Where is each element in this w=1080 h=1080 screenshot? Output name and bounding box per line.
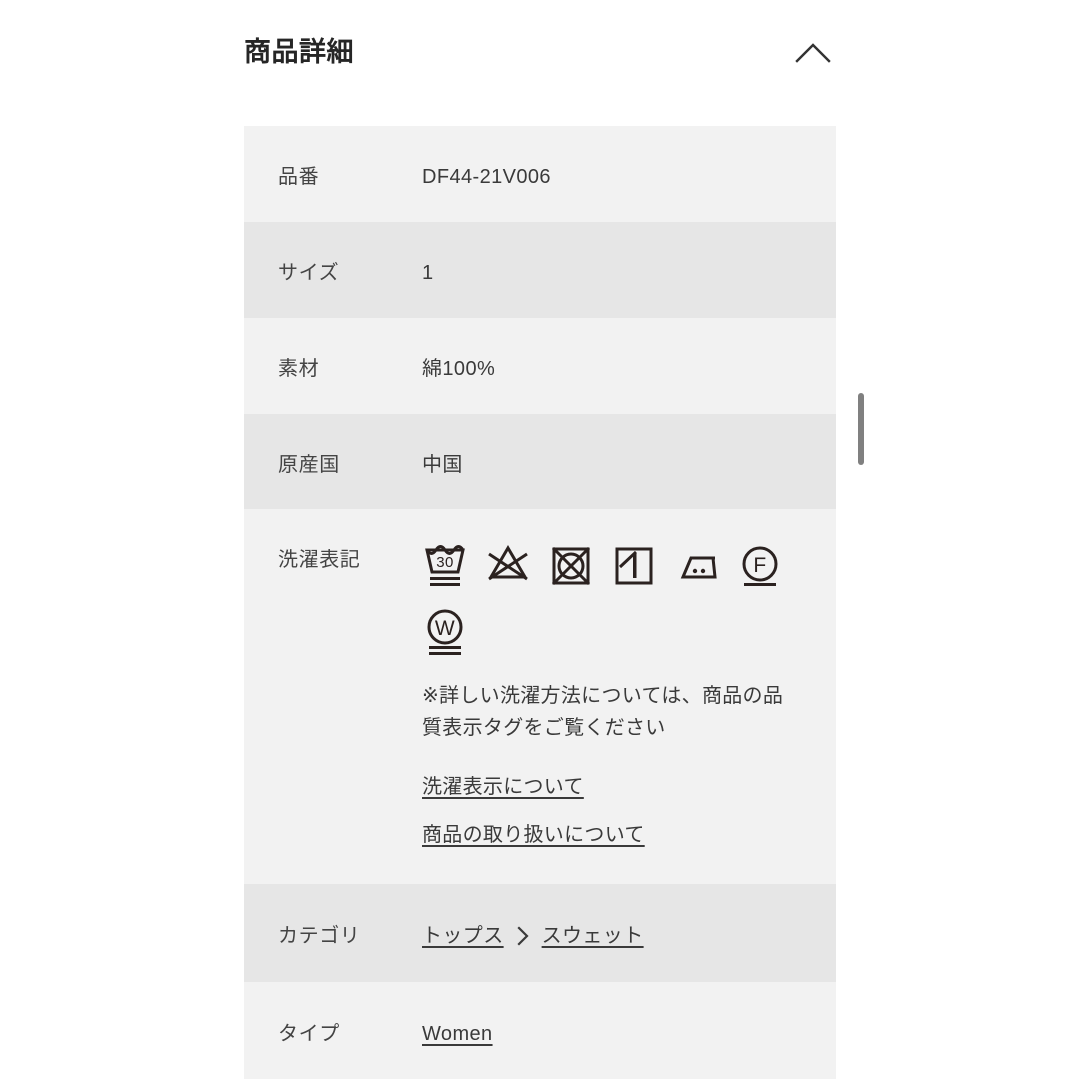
- do-not-bleach-icon: [485, 541, 531, 589]
- row-value: 30 F W ※詳しい洗濯方法については、商品の品質表示タグをご覧ください 洗濯…: [422, 541, 802, 850]
- detail-table: 品番 DF44-21V006 サイズ 1 素材 綿100% 原産国 中国 洗濯表…: [244, 126, 836, 1080]
- page-title: 商品詳細: [244, 37, 354, 67]
- row-label: 品番: [278, 166, 320, 188]
- row-label: タイプ: [278, 1023, 340, 1046]
- iron-medium-heat-icon: [674, 541, 720, 589]
- breadcrumb-item-tops[interactable]: トップス: [422, 921, 504, 951]
- table-row-type: タイプ Women: [244, 982, 836, 1080]
- row-value: Women: [422, 982, 802, 1049]
- row-label: 原産国: [278, 454, 340, 476]
- table-row-category: カテゴリ トップス スウェット: [244, 884, 836, 983]
- breadcrumb: トップス スウェット: [422, 921, 802, 951]
- table-row-origin: 原産国 中国: [244, 414, 836, 509]
- row-value: トップス スウェット: [422, 884, 802, 951]
- care-symbol-list: 30 F W: [422, 541, 802, 655]
- row-label: サイズ: [278, 262, 340, 284]
- product-detail-panel: 商品詳細 品番 DF44-21V006 サイズ 1 素材 綿100% 原産国 中…: [0, 0, 1080, 1080]
- row-value: DF44-21V006: [422, 166, 551, 188]
- chevron-up-icon: [795, 42, 831, 67]
- petroleum-dry-clean-gentle-icon: F: [737, 541, 783, 589]
- row-label: カテゴリ: [278, 925, 361, 948]
- collapse-toggle-button[interactable]: [790, 34, 836, 74]
- row-value: 中国: [422, 454, 463, 476]
- row-label: 素材: [278, 358, 320, 380]
- table-row-size: サイズ 1: [244, 222, 836, 318]
- care-link-product-handling[interactable]: 商品の取り扱いについて: [422, 820, 645, 850]
- svg-text:F: F: [753, 554, 766, 577]
- svg-text:30: 30: [436, 554, 454, 571]
- scrollbar-track[interactable]: [1058, 0, 1080, 1080]
- care-links: 洗濯表示について 商品の取り扱いについて: [422, 772, 802, 850]
- svg-text:W: W: [435, 617, 455, 640]
- row-label: 洗濯表記: [278, 549, 361, 571]
- scrollbar-thumb[interactable]: [858, 393, 864, 465]
- table-row-product-no: 品番 DF44-21V006: [244, 126, 836, 222]
- type-link-women[interactable]: Women: [422, 1023, 493, 1045]
- chevron-right-icon: [516, 925, 530, 947]
- breadcrumb-item-sweat[interactable]: スウェット: [542, 921, 644, 951]
- wet-clean-very-gentle-icon: W: [422, 607, 468, 655]
- row-value: 1: [422, 262, 434, 284]
- row-value: 綿100%: [422, 358, 496, 380]
- do-not-tumble-dry-icon: [548, 541, 594, 589]
- table-row-material: 素材 綿100%: [244, 318, 836, 414]
- care-note: ※詳しい洗濯方法については、商品の品質表示タグをご覧ください: [422, 685, 784, 739]
- line-dry-in-shade-icon: [611, 541, 657, 589]
- panel-header: 商品詳細: [244, 34, 836, 96]
- care-link-washing-labels[interactable]: 洗濯表示について: [422, 772, 584, 802]
- table-row-care-instructions: 洗濯表記 30 F W ※詳しい洗濯方法については、商品の品質表示タグをご覧くだ…: [244, 509, 836, 885]
- wash-30-very-delicate-icon: 30: [422, 541, 468, 589]
